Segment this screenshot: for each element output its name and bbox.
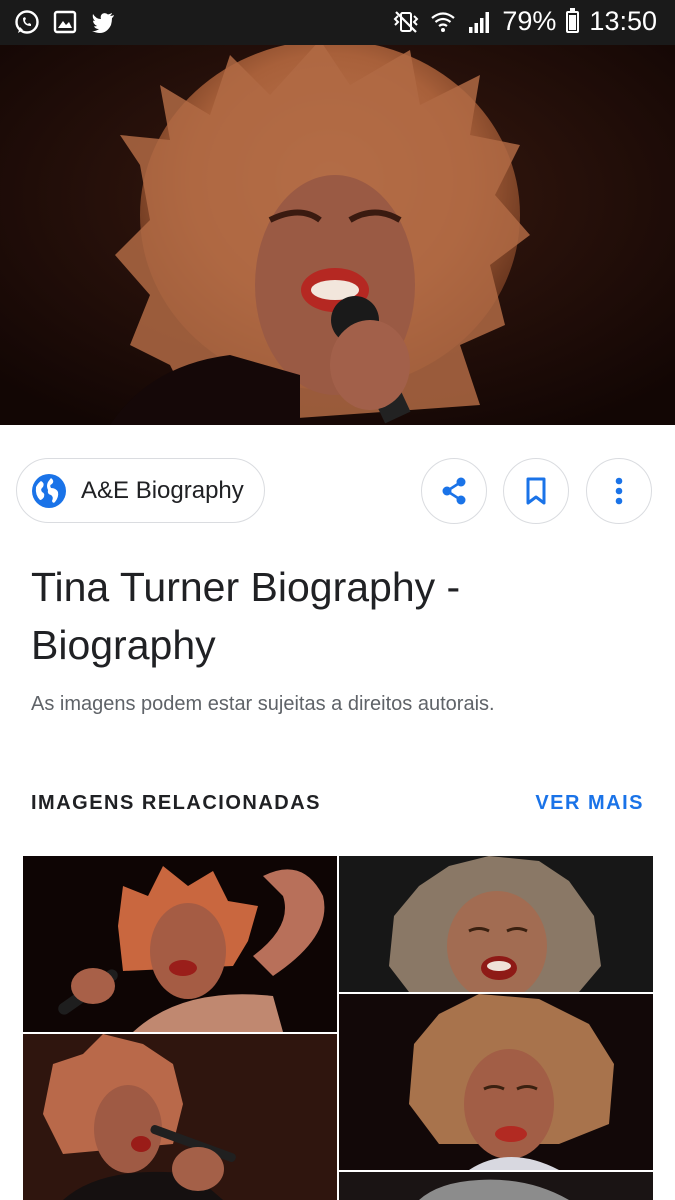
status-bar: 79% 13:50 <box>0 0 675 45</box>
related-image[interactable] <box>23 1034 337 1200</box>
related-image[interactable] <box>23 856 337 1032</box>
battery-icon <box>566 7 580 33</box>
share-button[interactable] <box>421 458 487 524</box>
battery-fill <box>569 15 577 30</box>
source-label: A&E Biography <box>81 476 244 504</box>
status-system: 79% 13:50 <box>392 6 657 37</box>
related-image[interactable] <box>339 994 653 1170</box>
related-photo <box>339 1172 653 1200</box>
vibrate-icon <box>393 10 419 33</box>
signal-icon <box>469 11 490 33</box>
see-more-link[interactable]: VER MAIS <box>535 792 644 815</box>
more-vert-icon <box>615 477 623 505</box>
share-icon <box>442 477 466 505</box>
related-photo <box>339 856 653 992</box>
copyright-notice: As imagens podem estar sujeitas a direit… <box>31 693 495 715</box>
bookmark-button[interactable] <box>503 458 569 524</box>
source-chip[interactable]: A&E Biography <box>16 458 265 523</box>
related-image[interactable] <box>339 856 653 992</box>
result-title[interactable]: Tina Turner Biography - Biography <box>31 558 631 674</box>
wifi-icon <box>431 11 456 32</box>
whatsapp-icon <box>15 10 39 34</box>
related-photo <box>23 856 337 1032</box>
more-options-button[interactable] <box>586 458 652 524</box>
bookmark-icon <box>526 477 546 505</box>
related-images-header: IMAGENS RELACIONADAS <box>31 792 322 814</box>
status-notifications <box>14 9 116 35</box>
clock: 13:50 <box>589 6 657 36</box>
related-image[interactable] <box>339 1172 653 1200</box>
related-images-grid <box>23 856 653 1200</box>
related-photo <box>339 994 653 1170</box>
related-photo <box>23 1034 337 1200</box>
battery-percentage: 79% <box>502 6 557 36</box>
hero-image[interactable] <box>0 45 675 425</box>
gallery-icon <box>53 10 77 34</box>
twitter-icon <box>92 13 114 33</box>
hero-photo <box>0 45 675 425</box>
globe-icon <box>32 473 66 508</box>
